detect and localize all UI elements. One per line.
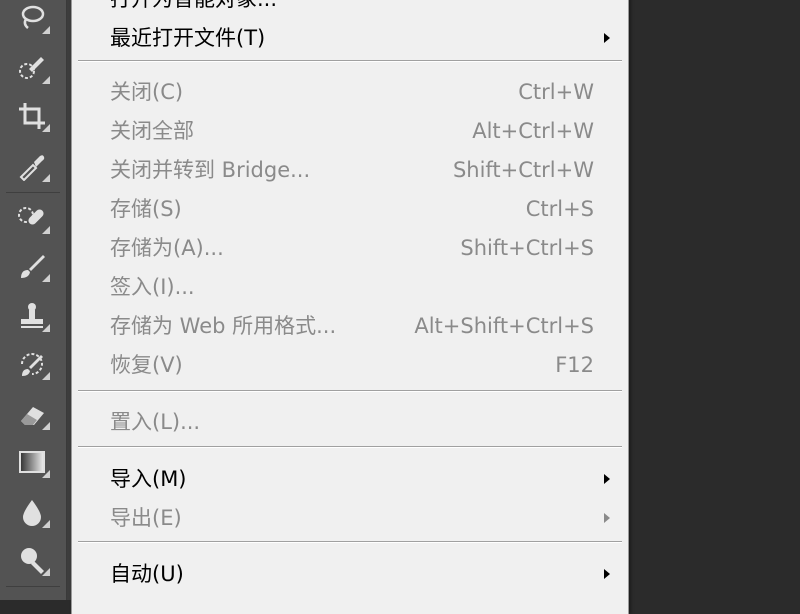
menu-item-revert[interactable]: 恢复(V) F12	[72, 348, 628, 382]
menu-item-label: 打开为智能对象...	[110, 0, 277, 16]
tool-flyout-indicator	[42, 568, 50, 576]
healing-brush-tool[interactable]	[12, 198, 52, 238]
menu-item-label: 导入(M)	[110, 467, 187, 491]
menu-item-label: 关闭(C)	[110, 80, 184, 104]
tool-flyout-indicator	[42, 324, 50, 332]
menu-separator	[78, 390, 622, 392]
menu-separator	[78, 60, 622, 62]
menu-separator	[78, 541, 622, 543]
menu-item-place[interactable]: 置入(L)...	[72, 405, 628, 439]
tool-flyout-indicator	[42, 422, 50, 430]
toolbar-divider	[6, 586, 60, 587]
menu-item-close-all[interactable]: 关闭全部 Alt+Ctrl+W	[72, 114, 628, 148]
menu-item-label: 恢复(V)	[110, 353, 183, 377]
tool-flyout-indicator	[42, 520, 50, 528]
menu-item-save[interactable]: 存储(S) Ctrl+S	[72, 192, 628, 226]
tool-flyout-indicator	[42, 226, 50, 234]
menu-item-label: 导出(E)	[110, 506, 182, 530]
blur-tool[interactable]	[12, 492, 52, 532]
tools-panel	[0, 0, 67, 600]
menu-item-label: 置入(L)...	[110, 410, 201, 434]
menu-item-check-in[interactable]: 签入(I)...	[72, 270, 628, 304]
eyedropper-tool[interactable]	[12, 146, 52, 186]
gradient-tool[interactable]	[12, 442, 52, 482]
menu-item-label: 关闭并转到 Bridge...	[110, 158, 311, 182]
tool-flyout-indicator	[42, 274, 50, 282]
menu-item-shortcut: Ctrl+S	[525, 197, 594, 221]
crop-tool[interactable]	[12, 96, 52, 136]
menu-item-export[interactable]: 导出(E)	[72, 501, 628, 535]
toolbar-divider	[6, 192, 60, 193]
menu-item-close-and-go-to-bridge[interactable]: 关闭并转到 Bridge... Shift+Ctrl+W	[72, 153, 628, 187]
menu-item-automate[interactable]: 自动(U)	[72, 557, 628, 591]
menu-item-label: 最近打开文件(T)	[110, 26, 266, 50]
menu-item-close[interactable]: 关闭(C) Ctrl+W	[72, 75, 628, 109]
menu-item-shortcut: F12	[555, 353, 594, 377]
menu-item-shortcut: Shift+Ctrl+W	[452, 158, 594, 182]
eraser-tool[interactable]	[12, 394, 52, 434]
menu-item-label: 存储(S)	[110, 197, 182, 221]
dodge-tool[interactable]	[12, 540, 52, 580]
menu-item-open-as-smart-object[interactable]: 打开为智能对象...	[72, 0, 628, 16]
menu-item-shortcut: Alt+Ctrl+W	[472, 119, 594, 143]
submenu-arrow-icon	[604, 474, 610, 484]
tool-flyout-indicator	[42, 372, 50, 380]
menu-item-shortcut: Ctrl+W	[518, 80, 594, 104]
tool-flyout-indicator	[42, 470, 50, 478]
tool-flyout-indicator	[42, 76, 50, 84]
quick-selection-tool[interactable]	[12, 48, 52, 88]
brush-tool[interactable]	[12, 246, 52, 286]
menu-item-shortcut: Shift+Ctrl+S	[460, 236, 594, 260]
tool-flyout-indicator	[42, 174, 50, 182]
submenu-arrow-icon	[604, 513, 610, 523]
menu-item-label: 关闭全部	[110, 119, 194, 143]
menu-item-import[interactable]: 导入(M)	[72, 462, 628, 496]
file-menu-dropdown: 打开为智能对象... 最近打开文件(T) 关闭(C) Ctrl+W 关闭全部 A…	[71, 0, 629, 614]
menu-item-label: 存储为(A)...	[110, 236, 224, 260]
lasso-tool[interactable]	[12, 0, 52, 38]
tool-flyout-indicator	[42, 26, 50, 34]
menu-item-recent-files[interactable]: 最近打开文件(T)	[72, 21, 628, 55]
menu-separator	[78, 446, 622, 448]
menu-item-label: 自动(U)	[110, 562, 184, 586]
clone-stamp-tool[interactable]	[12, 296, 52, 336]
history-brush-tool[interactable]	[12, 344, 52, 384]
menu-item-label: 存储为 Web 所用格式...	[110, 314, 337, 338]
submenu-arrow-icon	[604, 569, 610, 579]
menu-item-label: 签入(I)...	[110, 275, 195, 299]
menu-item-save-as[interactable]: 存储为(A)... Shift+Ctrl+S	[72, 231, 628, 265]
menu-item-save-for-web[interactable]: 存储为 Web 所用格式... Alt+Shift+Ctrl+S	[72, 309, 628, 343]
menu-item-shortcut: Alt+Shift+Ctrl+S	[414, 314, 594, 338]
submenu-arrow-icon	[604, 33, 610, 43]
tool-flyout-indicator	[42, 124, 50, 132]
